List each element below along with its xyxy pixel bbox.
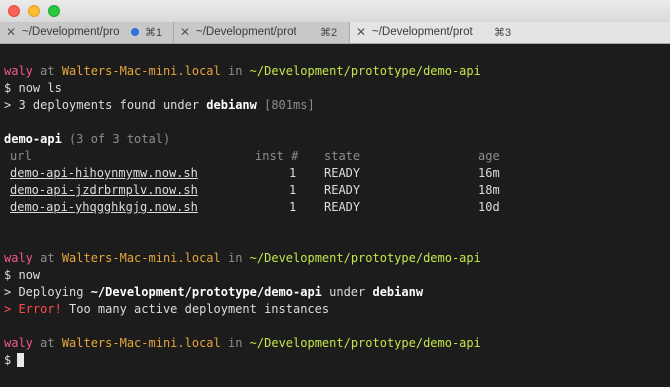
- title-bar: [0, 0, 670, 22]
- deployment-state: READY: [324, 166, 361, 180]
- result-prefix: >: [4, 98, 19, 112]
- command-line: $ now: [4, 267, 40, 284]
- ls-result-line: > 3 deployments found under debianw [801…: [4, 97, 315, 114]
- terminal-window: ✕ ~/Development/pro ⌘1 ✕ ~/Development/p…: [0, 0, 670, 387]
- command-text: now: [18, 268, 41, 282]
- deployment-age: 18m: [478, 183, 500, 197]
- zoom-window-button[interactable]: [48, 5, 60, 17]
- prompt-user: waly: [4, 336, 33, 350]
- deploy-under: under: [321, 285, 373, 299]
- activity-dot-icon: [131, 28, 139, 36]
- deployment-age: 10d: [478, 200, 500, 214]
- deployment-state: READY: [324, 183, 361, 197]
- error-prefix: > Error!: [4, 302, 62, 316]
- tab-title: ~/Development/prot: [196, 26, 296, 38]
- prompt-symbol: $: [4, 353, 12, 367]
- tab-shortcut: ⌘1: [145, 27, 163, 39]
- prompt-host: Walters-Mac-mini.local: [61, 336, 221, 350]
- tab-3-active[interactable]: ✕ ~/Development/prot ⌘3: [350, 22, 670, 43]
- app-count: (3 of 3 total): [61, 132, 171, 146]
- prompt-in: in: [220, 251, 250, 265]
- prompt-path: ~/Development/prototype/demo-api: [249, 64, 481, 78]
- deployment-url-link[interactable]: demo-api-jzdrbrmplv.now.sh: [10, 182, 198, 199]
- app-header: demo-api (3 of 3 total): [4, 131, 170, 148]
- prompt-symbol: $: [4, 81, 12, 95]
- deploy-prefix: > Deploying: [4, 285, 91, 299]
- prompt-in: in: [220, 336, 250, 350]
- prompt-host: Walters-Mac-mini.local: [61, 251, 221, 265]
- text-cursor: [17, 353, 24, 367]
- prompt-at: at: [32, 336, 62, 350]
- result-time: [801ms]: [256, 98, 315, 112]
- deploy-path: ~/Development/prototype/demo-api: [90, 285, 322, 299]
- error-message: Too many active deployment instances: [61, 302, 330, 316]
- deployment-url-link[interactable]: demo-api-hihoynmymw.now.sh: [10, 165, 198, 182]
- prompt-line: waly at Walters-Mac-mini.local in ~/Deve…: [4, 63, 481, 80]
- tab-title: ~/Development/prot: [372, 26, 473, 38]
- prompt-symbol: $: [4, 268, 12, 282]
- deployment-age: 16m: [478, 166, 500, 180]
- deployment-inst: 1: [289, 200, 297, 214]
- prompt-at: at: [32, 64, 62, 78]
- command-text: now ls: [18, 81, 62, 95]
- prompt-at: at: [32, 251, 62, 265]
- deployment-inst: 1: [289, 166, 297, 180]
- tab-bar: ✕ ~/Development/pro ⌘1 ✕ ~/Development/p…: [0, 22, 670, 44]
- deployment-state: READY: [324, 200, 361, 214]
- close-icon[interactable]: ✕: [180, 25, 190, 39]
- tab-1[interactable]: ✕ ~/Development/pro ⌘1: [0, 22, 174, 43]
- prompt-user: waly: [4, 64, 33, 78]
- minimize-window-button[interactable]: [28, 5, 40, 17]
- tab-title: ~/Development/pro: [22, 26, 120, 38]
- error-line: > Error! Too many active deployment inst…: [4, 301, 329, 318]
- prompt-line: waly at Walters-Mac-mini.local in ~/Deve…: [4, 250, 481, 267]
- close-window-button[interactable]: [8, 5, 20, 17]
- prompt-user: waly: [4, 251, 33, 265]
- terminal-output[interactable]: waly at Walters-Mac-mini.local in ~/Deve…: [0, 44, 670, 387]
- prompt-line: waly at Walters-Mac-mini.local in ~/Deve…: [4, 335, 481, 352]
- command-line: $ now ls: [4, 80, 62, 97]
- column-header-age: age: [478, 149, 500, 163]
- app-name: demo-api: [4, 132, 62, 146]
- result-count: 3 deployments found under: [18, 98, 207, 112]
- prompt-host: Walters-Mac-mini.local: [61, 64, 221, 78]
- result-user: debianw: [206, 98, 257, 112]
- prompt-in: in: [220, 64, 250, 78]
- close-icon[interactable]: ✕: [6, 25, 16, 39]
- prompt-path: ~/Development/prototype/demo-api: [249, 336, 481, 350]
- deployment-inst: 1: [289, 183, 297, 197]
- tab-shortcut: ⌘2: [320, 27, 338, 39]
- tab-2[interactable]: ✕ ~/Development/prot ⌘2: [174, 22, 350, 43]
- deploy-line: > Deploying ~/Development/prototype/demo…: [4, 284, 423, 301]
- column-header-state: state: [324, 149, 361, 163]
- tab-shortcut: ⌘3: [494, 27, 512, 39]
- deploy-user: debianw: [372, 285, 424, 299]
- column-header-url: url: [10, 149, 32, 163]
- column-header-inst: inst #: [255, 149, 299, 163]
- deployment-url-link[interactable]: demo-api-yhqgghkgjg.now.sh: [10, 199, 198, 216]
- prompt-path: ~/Development/prototype/demo-api: [249, 251, 481, 265]
- close-icon[interactable]: ✕: [356, 25, 366, 39]
- command-line: $: [4, 352, 11, 369]
